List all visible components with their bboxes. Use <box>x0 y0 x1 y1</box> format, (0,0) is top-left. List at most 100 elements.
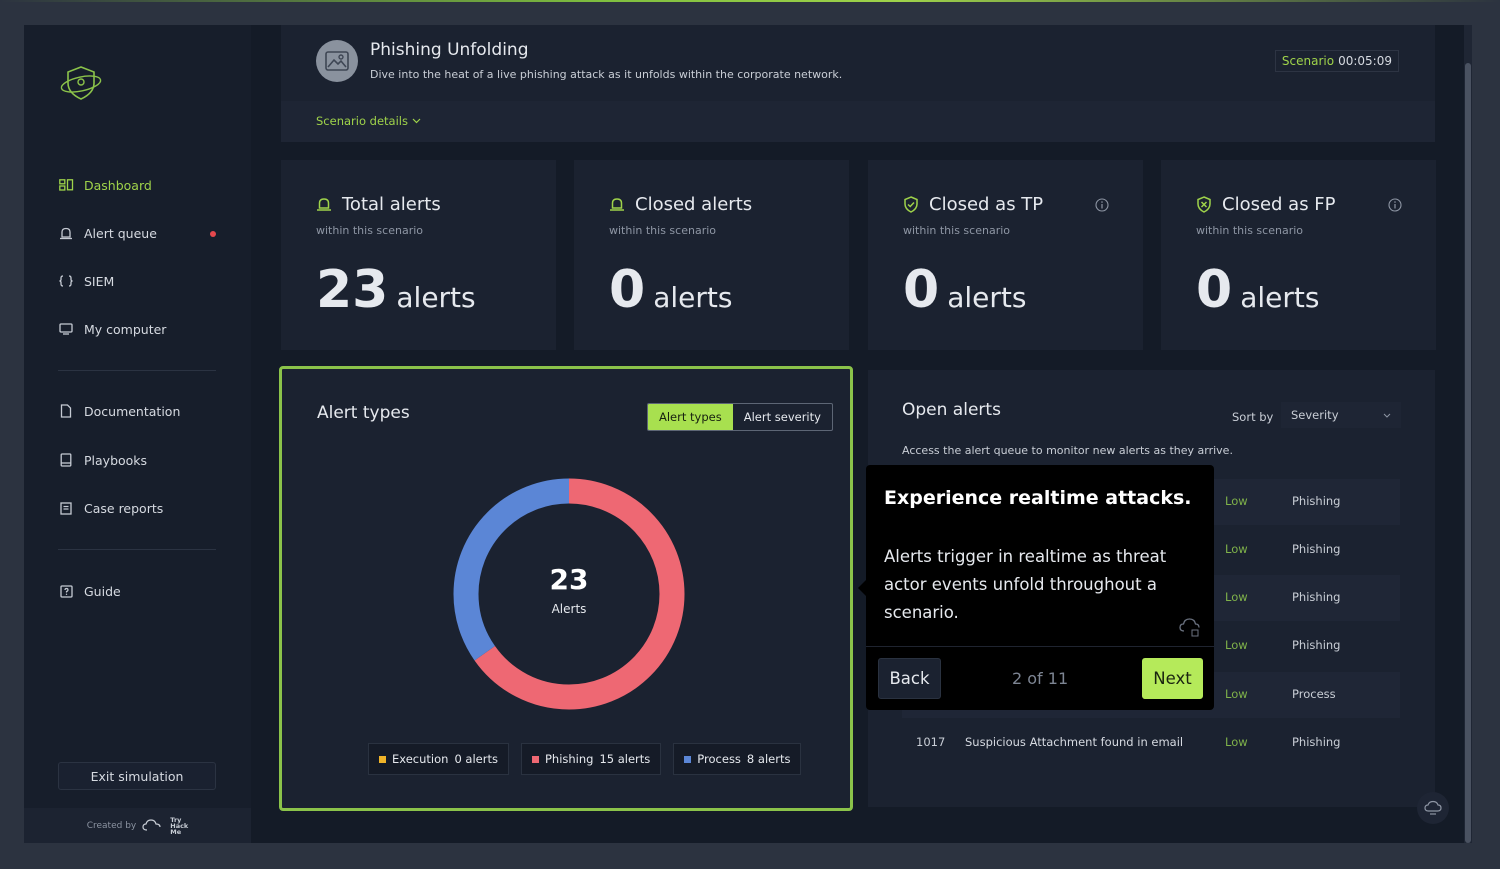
monitor-icon <box>58 321 74 337</box>
legend-swatch <box>684 755 692 763</box>
help-chat-button[interactable] <box>1417 792 1449 824</box>
tour-step-counter: 2 of 11 <box>1012 669 1069 688</box>
tooltip-arrow <box>858 579 867 597</box>
alert-types-card: Alert types Alert types Alert severity 2… <box>279 366 853 811</box>
tooltip-body: Alerts trigger in realtime as threat act… <box>884 547 1167 622</box>
notification-dot <box>210 231 216 237</box>
stat-unit: alerts <box>1240 281 1320 314</box>
timer-label: Scenario <box>1281 54 1335 68</box>
sort-label: Sort by <box>1232 410 1274 424</box>
cloud-logo-icon <box>1179 618 1200 637</box>
legend-item-process[interactable]: Process 8 alerts <box>673 743 802 775</box>
chart-legend: Execution 0 alerts Phishing 15 alerts Pr… <box>368 743 802 775</box>
stat-card-total-alerts: Total alerts within this scenario 23 ale… <box>281 160 556 350</box>
top-accent-line <box>0 0 1500 2</box>
sidebar-item-label: SIEM <box>84 273 115 289</box>
sidebar-item-label: Dashboard <box>84 177 152 193</box>
severity-badge: Low <box>1225 542 1248 556</box>
sidebar-item-label: Case reports <box>84 500 164 516</box>
chevron-down-icon <box>1383 413 1391 418</box>
donut-center: 23 Alerts <box>452 563 686 616</box>
cloud-chat-icon <box>1424 800 1442 815</box>
sidebar-item-label: Alert queue <box>84 225 157 241</box>
sidebar: Dashboard Alert queue SIEM My computer D… <box>24 25 251 843</box>
stat-value: 0 <box>609 260 646 320</box>
timer-value: 00:05:09 <box>1338 54 1392 68</box>
sidebar-divider <box>58 549 216 550</box>
sidebar-item-dashboard[interactable]: Dashboard <box>58 175 152 195</box>
open-alerts-title: Open alerts <box>902 400 1001 420</box>
app-window: Dashboard Alert queue SIEM My computer D… <box>24 25 1472 843</box>
info-icon[interactable] <box>1095 198 1109 212</box>
image-placeholder-icon <box>316 40 358 82</box>
stat-title: Closed as FP <box>1222 194 1336 215</box>
stat-unit: alerts <box>947 281 1027 314</box>
sidebar-item-guide[interactable]: Guide <box>58 581 121 601</box>
cloud-logo-icon <box>142 818 161 831</box>
chevron-down-icon <box>412 118 421 124</box>
legend-swatch <box>531 755 539 763</box>
sidebar-item-documentation[interactable]: Documentation <box>58 401 180 421</box>
chart-toggle: Alert types Alert severity <box>647 403 833 431</box>
tooltip-title: Experience realtime attacks. <box>884 487 1192 509</box>
sidebar-item-playbooks[interactable]: Playbooks <box>58 450 147 470</box>
shield-x-icon <box>1196 196 1214 214</box>
stat-title: Closed as TP <box>929 194 1044 215</box>
report-icon <box>58 500 74 516</box>
sidebar-divider <box>58 370 216 371</box>
alert-bell-icon <box>609 196 627 214</box>
stat-subtitle: within this scenario <box>609 224 716 237</box>
stat-subtitle: within this scenario <box>903 224 1010 237</box>
document-icon <box>58 403 74 419</box>
severity-badge: Low <box>1225 687 1248 701</box>
scenario-description: Dive into the heat of a live phishing at… <box>370 68 843 81</box>
donut-total: 23 <box>549 563 589 596</box>
stat-value: 0 <box>903 260 940 320</box>
sidebar-item-label: My computer <box>84 321 167 337</box>
sidebar-item-label: Documentation <box>84 403 181 419</box>
donut-label: Alerts <box>551 602 587 616</box>
dashboard-icon <box>58 177 74 193</box>
stat-value: 23 <box>316 260 389 320</box>
exit-simulation-button[interactable]: Exit simulation <box>58 762 216 790</box>
stat-title: Total alerts <box>342 194 441 215</box>
severity-badge: Low <box>1225 494 1248 508</box>
table-row[interactable]: 1017 Suspicious Attachment found in emai… <box>902 720 1400 766</box>
tour-tooltip: Experience realtime attacks. Alerts trig… <box>858 465 1214 710</box>
severity-badge: Low <box>1225 590 1248 604</box>
scenario-details-toggle[interactable]: Scenario details <box>316 114 421 128</box>
alert-types-title: Alert types <box>317 403 410 423</box>
info-icon[interactable] <box>1388 198 1402 212</box>
stat-subtitle: within this scenario <box>316 224 423 237</box>
sidebar-item-my-computer[interactable]: My computer <box>58 319 166 339</box>
legend-item-phishing[interactable]: Phishing 15 alerts <box>520 743 662 775</box>
sidebar-item-siem[interactable]: SIEM <box>58 271 114 291</box>
scrollbar[interactable] <box>1464 25 1472 843</box>
shield-logo-icon <box>60 66 102 100</box>
stat-card-closed-fp: Closed as FP within this scenario 0 aler… <box>1161 160 1436 350</box>
braces-icon <box>58 273 74 289</box>
created-by-text: Created by <box>86 820 137 831</box>
stat-value: 0 <box>1196 260 1233 320</box>
scenario-timer: Scenario 00:05:09 <box>1274 50 1399 72</box>
back-button[interactable]: Back <box>878 658 941 699</box>
scenario-header: Phishing Unfolding Dive into the heat of… <box>281 25 1435 142</box>
page-title: Phishing Unfolding <box>370 40 529 60</box>
sidebar-item-case-reports[interactable]: Case reports <box>58 498 163 518</box>
severity-badge: Low <box>1225 735 1248 749</box>
stat-unit: alerts <box>653 281 733 314</box>
stat-unit: alerts <box>396 281 476 314</box>
stat-card-closed-tp: Closed as TP within this scenario 0 aler… <box>868 160 1143 350</box>
toggle-alert-severity[interactable]: Alert severity <box>733 404 832 430</box>
next-button[interactable]: Next <box>1142 658 1203 699</box>
alert-bell-icon <box>58 225 74 241</box>
legend-swatch <box>379 755 386 763</box>
alert-bell-icon <box>316 196 334 214</box>
severity-badge: Low <box>1225 638 1248 652</box>
help-square-icon <box>58 583 74 599</box>
legend-item-execution[interactable]: Execution 0 alerts <box>368 743 509 775</box>
sidebar-item-alert-queue[interactable]: Alert queue <box>58 223 157 243</box>
toggle-alert-types[interactable]: Alert types <box>648 404 733 430</box>
sidebar-item-label: Playbooks <box>84 452 148 468</box>
sort-select[interactable]: Severity <box>1281 402 1401 428</box>
